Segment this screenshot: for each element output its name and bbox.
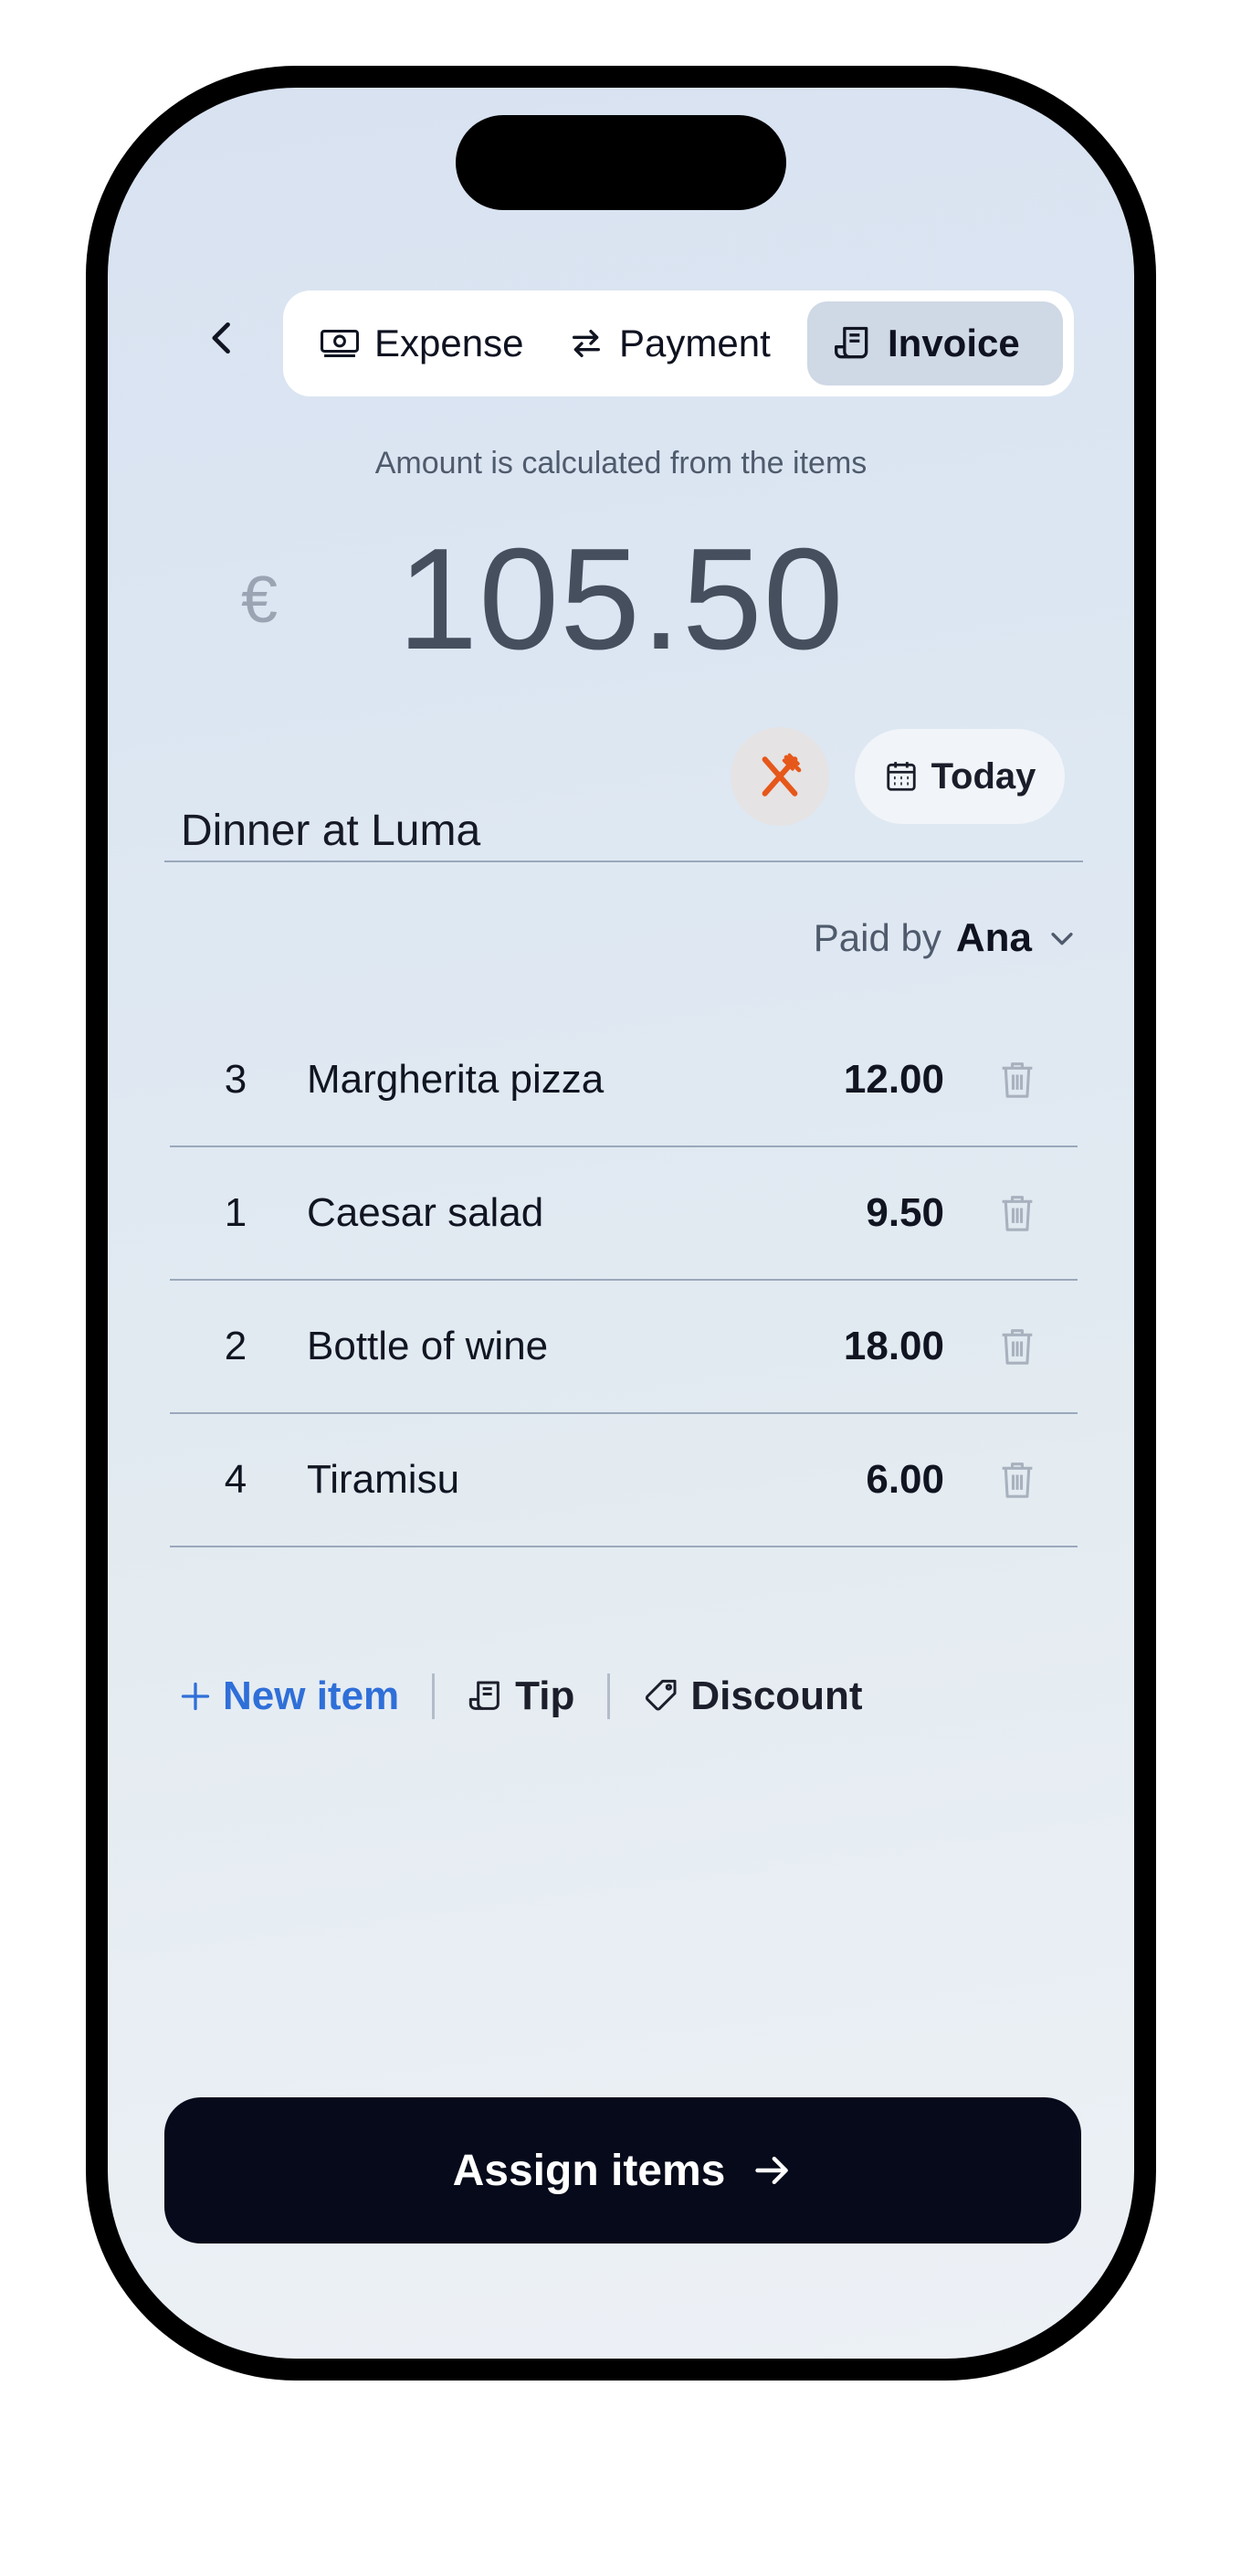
paid-by-selector[interactable]: Paid by Ana [814, 915, 1078, 961]
trash-icon [1002, 1462, 1033, 1498]
delete-item-button[interactable] [990, 1452, 1045, 1507]
item-quantity[interactable]: 1 [199, 1190, 272, 1236]
category-button[interactable] [731, 727, 829, 826]
swap-arrows-icon [573, 330, 600, 357]
divider [607, 1673, 611, 1719]
tab-expense[interactable]: Expense [294, 301, 542, 385]
date-button[interactable]: Today [855, 729, 1065, 824]
expense-title-input[interactable] [181, 798, 692, 862]
tab-invoice-label: Invoice [888, 322, 1020, 364]
list-item: 1 Caesar salad 9.50 [170, 1147, 1078, 1281]
tag-icon [646, 1679, 677, 1711]
list-item: 2 Bottle of wine 18.00 [170, 1281, 1078, 1414]
new-item-label: New item [223, 1673, 400, 1718]
trash-icon [1002, 1329, 1033, 1365]
delete-item-button[interactable] [990, 1186, 1045, 1240]
date-label: Today [931, 755, 1036, 797]
item-price[interactable]: 6.00 [866, 1457, 944, 1503]
item-name[interactable]: Caesar salad [307, 1190, 866, 1236]
list-item: 4 Tiramisu 6.00 [170, 1414, 1078, 1547]
divider [432, 1673, 436, 1719]
item-price[interactable]: 12.00 [844, 1057, 944, 1103]
phone-frame: Expense Payment Invoice Amount is calcul… [86, 66, 1156, 2381]
arrow-right-icon [755, 2156, 789, 2185]
paid-by-label: Paid by [813, 916, 941, 959]
tip-button[interactable]: Tip [468, 1673, 574, 1719]
discount-label: Discount [690, 1673, 863, 1718]
item-quantity[interactable]: 4 [199, 1457, 272, 1503]
payer-name: Ana [955, 915, 1032, 960]
tab-payment[interactable]: Payment [542, 301, 807, 385]
item-quantity[interactable]: 3 [199, 1057, 272, 1103]
list-item: 3 Margherita pizza 12.00 [170, 1014, 1078, 1147]
delete-item-button[interactable] [990, 1052, 1045, 1107]
tab-payment-label: Payment [619, 322, 771, 364]
app-screen: Expense Payment Invoice Amount is calcul… [108, 88, 1134, 2359]
discount-button[interactable]: Discount [643, 1673, 863, 1719]
trash-icon [1002, 1196, 1033, 1231]
chevron-left-icon [212, 322, 230, 354]
assign-items-button[interactable]: Assign items [164, 2097, 1081, 2243]
new-item-button[interactable]: New item [179, 1673, 399, 1719]
item-price[interactable]: 9.50 [866, 1190, 944, 1236]
chevron-down-icon [1051, 933, 1073, 945]
fork-knife-icon [762, 753, 802, 797]
total-amount: 105.50 [397, 519, 845, 680]
receipt-icon [835, 326, 868, 359]
item-price[interactable]: 18.00 [844, 1324, 944, 1369]
calendar-icon [886, 762, 916, 791]
banknote-icon [321, 329, 359, 358]
item-name[interactable]: Tiramisu [307, 1457, 866, 1503]
amount-hint: Amount is calculated from the items [374, 446, 868, 480]
receipt-icon [469, 1681, 500, 1710]
item-actions: New item Tip Discount [179, 1664, 863, 1728]
tab-expense-label: Expense [374, 322, 524, 364]
item-name[interactable]: Margherita pizza [307, 1057, 844, 1103]
dynamic-island [456, 115, 786, 210]
item-quantity[interactable]: 2 [199, 1324, 272, 1369]
divider [164, 860, 1083, 862]
tip-label: Tip [515, 1673, 575, 1718]
plus-icon [181, 1682, 210, 1711]
tab-invoice[interactable]: Invoice [807, 301, 1063, 385]
assign-items-label: Assign items [452, 2146, 726, 2195]
transaction-type-tabs: Expense Payment Invoice [283, 290, 1074, 396]
items-list: 3 Margherita pizza 12.00 1 Caesar salad … [170, 1014, 1078, 1547]
delete-item-button[interactable] [990, 1319, 1045, 1374]
back-button[interactable] [186, 301, 259, 375]
trash-icon [1002, 1062, 1033, 1098]
item-name[interactable]: Bottle of wine [307, 1324, 844, 1369]
